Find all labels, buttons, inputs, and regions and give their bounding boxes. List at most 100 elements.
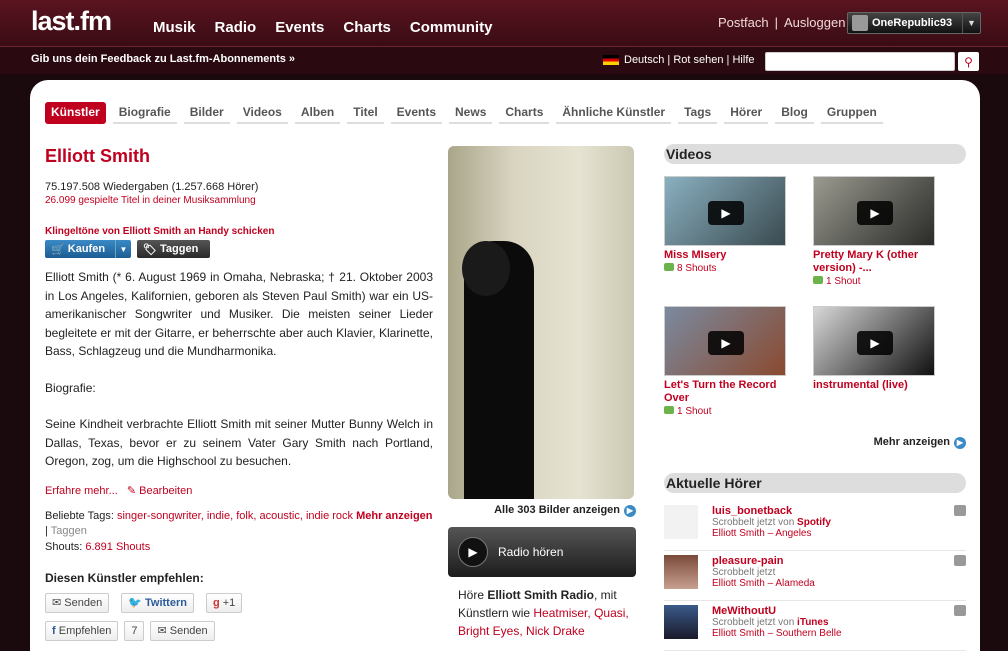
popular-tags: Beliebte Tags: singer-songwriter, indie,… bbox=[45, 509, 433, 537]
nav-community[interactable]: Community bbox=[410, 19, 493, 36]
play-icon: ▶ bbox=[857, 331, 893, 355]
tab-charts[interactable]: Charts bbox=[499, 102, 550, 124]
bar-chart-icon[interactable] bbox=[954, 555, 966, 566]
bar-chart-icon[interactable] bbox=[954, 605, 966, 616]
artist-photo[interactable] bbox=[448, 146, 634, 499]
listener-track[interactable]: Elliott Smith – Alameda bbox=[712, 578, 815, 589]
video-shouts[interactable]: 8 Shouts bbox=[664, 263, 813, 274]
twitter-button[interactable]: 🐦 Twittern bbox=[121, 592, 194, 613]
tag-link[interactable]: acoustic, bbox=[259, 510, 302, 522]
user-menu[interactable]: OneRepublic93 ▼ bbox=[847, 12, 981, 34]
chevron-down-icon[interactable]: ▼ bbox=[962, 13, 980, 33]
video-thumbnail[interactable]: ▶ bbox=[813, 176, 935, 246]
help-link[interactable]: Hilfe bbox=[732, 54, 754, 66]
list-item: MeWithoutU Scrobbelt jetzt von iTunes El… bbox=[664, 601, 966, 651]
listener-name[interactable]: pleasure-pain bbox=[712, 555, 815, 567]
tab-events[interactable]: Events bbox=[390, 102, 443, 124]
tab-gruppen[interactable]: Gruppen bbox=[820, 102, 883, 124]
page-title[interactable]: Elliott Smith bbox=[45, 146, 433, 167]
listener-track[interactable]: Elliott Smith – Angeles bbox=[712, 528, 831, 539]
source-link[interactable]: iTunes bbox=[797, 617, 828, 628]
listener-status: Scrobbelt jetzt von iTunes bbox=[712, 617, 842, 628]
tag-link[interactable]: indie rock bbox=[306, 510, 353, 522]
language-link[interactable]: Deutsch bbox=[624, 54, 664, 66]
tab-biografie[interactable]: Biografie bbox=[112, 102, 177, 124]
send-button[interactable]: ✉ Senden bbox=[45, 592, 110, 613]
artist-info: Elliott Smith 75.197.508 Wiedergaben (1.… bbox=[45, 146, 433, 641]
more-videos-link[interactable]: Mehr anzeigen ▶ bbox=[664, 436, 966, 449]
facebook-count: 7 bbox=[124, 620, 145, 641]
video-thumbnail[interactable]: ▶ bbox=[813, 306, 935, 376]
video-item: ▶ instrumental (live) bbox=[813, 306, 962, 436]
listener-track[interactable]: Elliott Smith – Southern Belle bbox=[712, 628, 842, 639]
video-shouts-label: 1 Shout bbox=[826, 276, 861, 287]
tab-bilder[interactable]: Bilder bbox=[183, 102, 230, 124]
all-images-link[interactable]: Alle 303 Bilder anzeigen ▶ bbox=[448, 504, 636, 517]
nav-charts[interactable]: Charts bbox=[343, 19, 391, 36]
video-shouts[interactable]: 1 Shout bbox=[664, 406, 813, 417]
listener-name[interactable]: luis_bonetback bbox=[712, 505, 831, 517]
tag-link[interactable]: indie, bbox=[207, 510, 233, 522]
video-title[interactable]: Miss MIsery bbox=[664, 249, 794, 262]
tab-alben[interactable]: Alben bbox=[294, 102, 341, 124]
play-radio-button[interactable]: ▶ Radio hören bbox=[448, 527, 636, 577]
logout-link[interactable]: Ausloggen bbox=[784, 15, 845, 30]
tab-tags[interactable]: Tags bbox=[678, 102, 718, 124]
play-icon: ▶ bbox=[458, 537, 488, 567]
video-title[interactable]: Pretty Mary K (other version) -... bbox=[813, 249, 943, 275]
listener-name[interactable]: MeWithoutU bbox=[712, 605, 842, 617]
read-more-link[interactable]: Erfahre mehr... bbox=[45, 485, 118, 497]
feedback-link[interactable]: Gib uns dein Feedback zu Last.fm-Abonnem… bbox=[31, 53, 295, 65]
nav-musik[interactable]: Musik bbox=[153, 19, 196, 36]
username: OneRepublic93 bbox=[872, 17, 953, 29]
video-shouts[interactable]: 1 Shout bbox=[813, 276, 962, 287]
red-theme-link[interactable]: Rot sehen bbox=[673, 54, 723, 66]
tab-kuenstler[interactable]: Künstler bbox=[45, 102, 106, 124]
gplus-button[interactable]: g +1 bbox=[205, 592, 243, 613]
search-icon[interactable]: ⚲ bbox=[958, 52, 979, 71]
bio-links: Erfahre mehr... ✎ Bearbeiten bbox=[45, 484, 433, 497]
tab-videos[interactable]: Videos bbox=[236, 102, 288, 124]
tag-link[interactable]: folk, bbox=[236, 510, 256, 522]
search-input[interactable] bbox=[765, 52, 955, 71]
facebook-send-button[interactable]: ✉ Senden bbox=[150, 620, 215, 641]
avatar[interactable] bbox=[664, 605, 698, 639]
radio-label: Radio hören bbox=[498, 545, 564, 559]
library-stats[interactable]: 26.099 gespielte Titel in deiner Musiksa… bbox=[45, 195, 433, 206]
language-links: Deutsch | Rot sehen | Hilfe bbox=[603, 54, 755, 66]
edit-link[interactable]: Bearbeiten bbox=[139, 485, 192, 497]
tag-artist-link[interactable]: Taggen bbox=[51, 525, 87, 537]
bar-chart-icon[interactable] bbox=[954, 505, 966, 516]
tab-titel[interactable]: Titel bbox=[347, 102, 384, 124]
artist-link[interactable]: Heatmiser, bbox=[533, 606, 590, 620]
radio-description: Höre Elliott Smith Radio, mit Künstlern … bbox=[448, 586, 636, 640]
tag-link[interactable]: singer-songwriter, bbox=[117, 510, 204, 522]
avatar[interactable] bbox=[664, 555, 698, 589]
facebook-like-button[interactable]: f Empfehlen bbox=[45, 620, 119, 641]
listener-status: Scrobbelt jetzt von Spotify bbox=[712, 517, 831, 528]
nav-events[interactable]: Events bbox=[275, 19, 324, 36]
shouts-link[interactable]: 6.891 Shouts bbox=[85, 541, 150, 553]
artist-link[interactable]: Quasi, bbox=[594, 606, 629, 620]
tab-hoerer[interactable]: Hörer bbox=[724, 102, 769, 124]
video-thumbnail[interactable]: ▶ bbox=[664, 306, 786, 376]
avatar[interactable] bbox=[664, 505, 698, 539]
tags-more-link[interactable]: Mehr anzeigen bbox=[356, 510, 432, 522]
video-title[interactable]: Let's Turn the Record Over bbox=[664, 379, 794, 405]
artist-link[interactable]: Bright Eyes, bbox=[458, 624, 523, 638]
ringtones-link[interactable]: Klingeltöne von Elliott Smith an Handy s… bbox=[45, 226, 433, 237]
artist-link[interactable]: Nick Drake bbox=[526, 624, 585, 638]
buy-button[interactable]: 🛒 Kaufen ▼ bbox=[45, 240, 131, 258]
tab-similar[interactable]: Ähnliche Künstler bbox=[556, 102, 672, 124]
source-link[interactable]: Spotify bbox=[797, 517, 831, 528]
lastfm-logo[interactable]: last.fm bbox=[31, 6, 112, 37]
video-title[interactable]: instrumental (live) bbox=[813, 379, 943, 392]
tab-news[interactable]: News bbox=[449, 102, 493, 124]
chevron-down-icon[interactable]: ▼ bbox=[115, 240, 131, 258]
video-thumbnail[interactable]: ▶ bbox=[664, 176, 786, 246]
nav-radio[interactable]: Radio bbox=[215, 19, 257, 36]
tab-blog[interactable]: Blog bbox=[775, 102, 814, 124]
postfach-link[interactable]: Postfach bbox=[718, 15, 769, 30]
share-row: ✉ Senden 🐦 Twittern g +1 bbox=[45, 592, 433, 613]
tag-button[interactable]: 🏷 Taggen bbox=[137, 240, 210, 258]
